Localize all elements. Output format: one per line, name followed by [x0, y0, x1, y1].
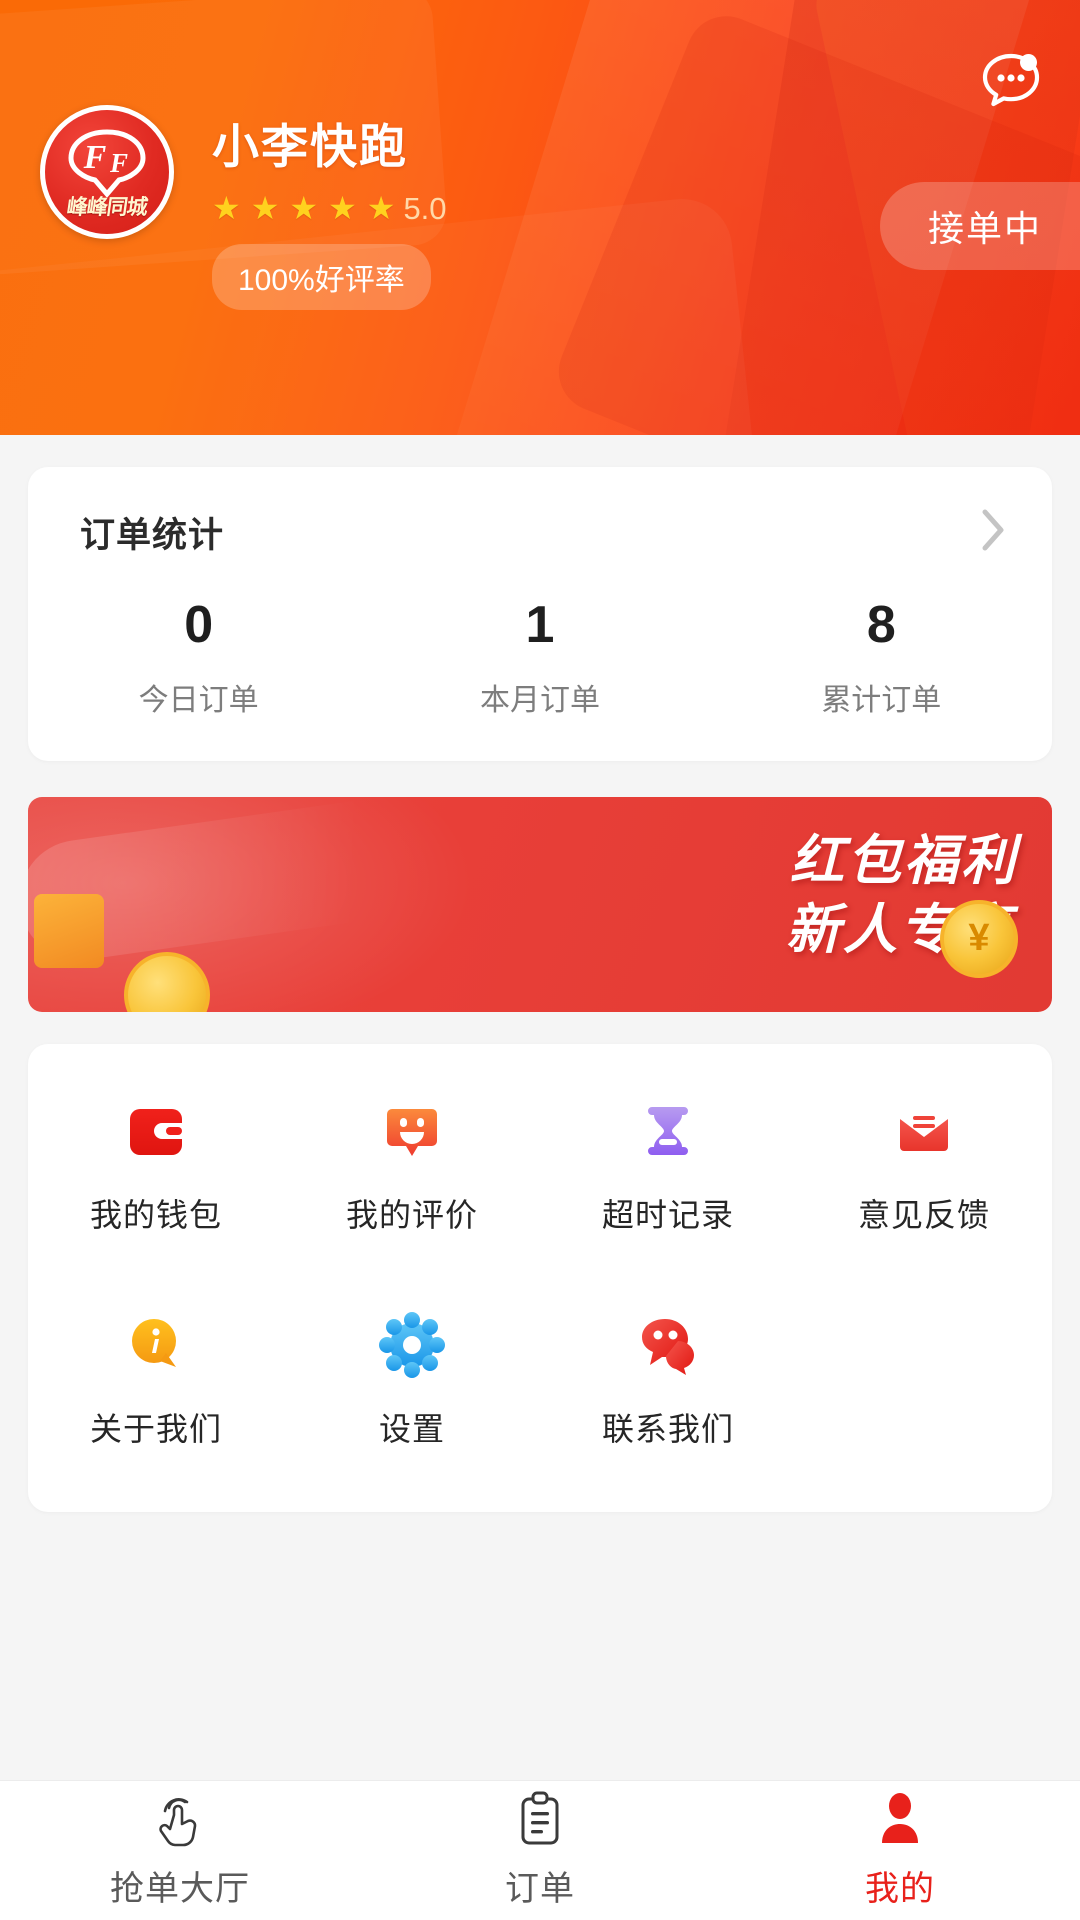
- star-icon: ★: [250, 190, 280, 226]
- gear-icon: [375, 1308, 449, 1382]
- tab-mine[interactable]: 我的: [720, 1791, 1080, 1910]
- chat-bubble-dots-icon[interactable]: [980, 48, 1042, 110]
- menu-item-label: 超时记录: [601, 1196, 734, 1233]
- tab-label: 我的: [865, 1870, 935, 1908]
- page-content: 订单统计 0 今日订单 1 本月订单 8 累计订单 红包福利 新人专享 ¥ 我的…: [0, 435, 1080, 1512]
- menu-item-label: 联系我们: [601, 1410, 734, 1447]
- banner-line-1: 红包福利: [790, 830, 1018, 891]
- stat-today-orders[interactable]: 0 今日订单: [28, 598, 369, 719]
- wallet-icon: [119, 1094, 193, 1168]
- star-icon: ★: [289, 190, 319, 226]
- menu-item-feedback[interactable]: 意见反馈: [796, 1094, 1052, 1236]
- user-name: 小李快跑: [212, 120, 408, 173]
- stat-value: 8: [866, 596, 896, 654]
- stat-total-orders[interactable]: 8 累计订单: [711, 598, 1052, 719]
- order-stats-header[interactable]: 订单统计: [28, 507, 1052, 558]
- menu-item-label: 我的钱包: [89, 1196, 222, 1233]
- order-stats-title: 订单统计: [80, 516, 225, 555]
- banner-gift-box-decor: [34, 893, 104, 968]
- bottom-tab-bar: 抢单大厅 订单 我的: [0, 1780, 1080, 1920]
- svg-text:F: F: [83, 139, 107, 176]
- status-badge[interactable]: 接单中: [879, 182, 1080, 270]
- hourglass-icon: [631, 1094, 705, 1168]
- double-chat-bubble-icon: [631, 1308, 705, 1382]
- praise-rate-badge: 100%好评率: [212, 244, 431, 310]
- star-icon: ★: [328, 190, 357, 226]
- promo-banner[interactable]: 红包福利 新人专享 ¥: [28, 796, 1052, 1012]
- order-stats-row: 0 今日订单 1 本月订单 8 累计订单: [28, 598, 1052, 719]
- menu-grid-card: 我的钱包 我的评价 超时记录 意见反馈 关于我们 设置 联系我们: [28, 1043, 1052, 1512]
- stat-month-orders[interactable]: 1 本月订单: [369, 598, 710, 719]
- menu-item-label: 设置: [378, 1410, 445, 1447]
- order-stats-card[interactable]: 订单统计 0 今日订单 1 本月订单 8 累计订单: [28, 467, 1052, 761]
- profile-block[interactable]: F F 峰峰同城 小李快跑 ★ ★ ★ ★ ★ 5.0 100%好评率: [40, 105, 447, 310]
- menu-item-overtime-record[interactable]: 超时记录: [540, 1094, 796, 1236]
- info-bubble-icon: [119, 1308, 193, 1382]
- menu-row-1: 我的钱包 我的评价 超时记录 意见反馈: [28, 1094, 1052, 1236]
- tab-label: 抢单大厅: [110, 1870, 250, 1908]
- svg-text:F: F: [109, 148, 128, 178]
- menu-item-empty-slot: [796, 1308, 1052, 1450]
- person-icon: [874, 1791, 926, 1849]
- profile-info: 小李快跑 ★ ★ ★ ★ ★ 5.0 100%好评率: [212, 105, 447, 310]
- tab-orders[interactable]: 订单: [360, 1791, 720, 1910]
- envelope-icon: [887, 1094, 961, 1168]
- stat-value: 0: [184, 596, 214, 654]
- tap-hand-icon: [152, 1791, 208, 1849]
- smiley-comment-icon: [375, 1094, 449, 1168]
- rating-row: ★ ★ ★ ★ ★ 5.0: [212, 192, 447, 224]
- avatar[interactable]: F F 峰峰同城: [40, 105, 174, 239]
- menu-item-contact-us[interactable]: 联系我们: [540, 1308, 796, 1450]
- menu-item-label: 我的评价: [345, 1196, 478, 1233]
- clipboard-icon: [514, 1791, 566, 1849]
- stat-label: 本月订单: [479, 683, 600, 717]
- chevron-right-icon[interactable]: [980, 508, 1006, 557]
- menu-item-settings[interactable]: 设置: [284, 1308, 540, 1450]
- tab-label: 订单: [505, 1870, 575, 1908]
- menu-item-wallet[interactable]: 我的钱包: [28, 1094, 284, 1236]
- menu-item-my-reviews[interactable]: 我的评价: [284, 1094, 540, 1236]
- stat-value: 1: [525, 596, 555, 654]
- menu-item-about-us[interactable]: 关于我们: [28, 1308, 284, 1450]
- star-icon: ★: [366, 190, 396, 226]
- menu-item-label: 意见反馈: [857, 1196, 990, 1233]
- banner-coin-icon: ¥: [940, 899, 1018, 978]
- tab-order-hall[interactable]: 抢单大厅: [0, 1791, 360, 1910]
- star-icon: ★: [212, 190, 241, 226]
- star-rating: ★ ★ ★ ★ ★: [212, 192, 395, 224]
- profile-header: F F 峰峰同城 小李快跑 ★ ★ ★ ★ ★ 5.0 100%好评率 接单中: [0, 0, 1080, 435]
- stat-label: 今日订单: [138, 683, 259, 717]
- avatar-brand-sub: 峰峰同城: [65, 196, 149, 219]
- menu-item-label: 关于我们: [89, 1410, 222, 1447]
- rating-value: 5.0: [403, 190, 447, 226]
- menu-row-2: 关于我们 设置 联系我们: [28, 1308, 1052, 1450]
- stat-label: 累计订单: [821, 683, 942, 717]
